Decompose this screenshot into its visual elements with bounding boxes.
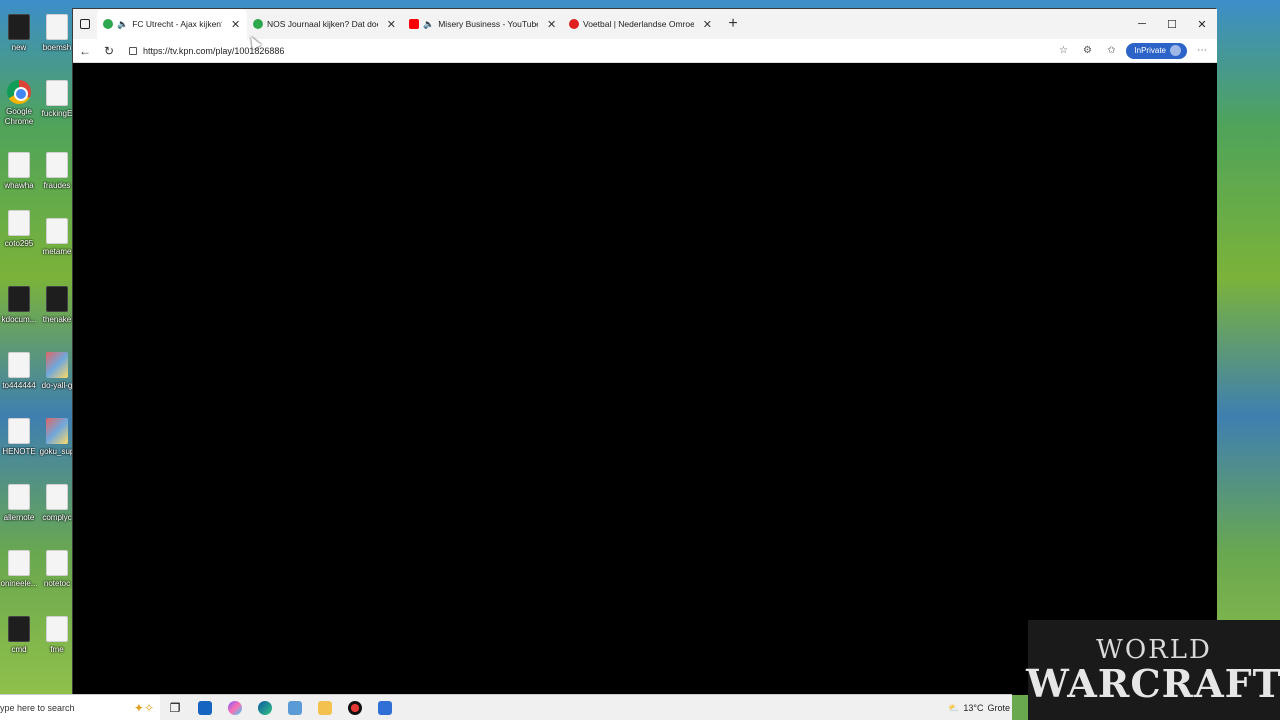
tab-youtube[interactable]: 🔈 Misery Business - YouTube ✕ [403, 9, 563, 39]
desktop-icon-cmd[interactable]: cmd [0, 616, 38, 655]
file-icon [8, 550, 30, 576]
more-menu-icon[interactable]: ⋯ [1193, 42, 1211, 60]
url-field[interactable]: https://tv.kpn.com/play/1001826886 [129, 46, 1054, 56]
address-bar: ← ↻ https://tv.kpn.com/play/1001826886 ☆… [73, 39, 1217, 63]
file-icon [8, 210, 30, 236]
refresh-button[interactable]: ↻ [97, 39, 121, 63]
inprivate-badge[interactable]: InPrivate [1126, 42, 1187, 59]
outlook-button[interactable] [190, 695, 220, 720]
file-icon [8, 14, 30, 40]
file-icon [8, 352, 30, 378]
copilot-button[interactable] [220, 695, 250, 720]
desktop-icon-chrome[interactable]: Google Chrome [0, 80, 38, 127]
file-icon [8, 418, 30, 444]
close-tab-icon[interactable]: ✕ [702, 18, 713, 31]
app-button[interactable] [340, 695, 370, 720]
image-icon [46, 352, 68, 378]
close-window-icon[interactable]: ✕ [1187, 9, 1217, 39]
app-icon [378, 700, 392, 715]
minimize-icon[interactable]: ─ [1127, 9, 1157, 39]
extensions-icon[interactable]: ⚙ [1078, 42, 1096, 60]
app-icon [348, 700, 362, 715]
desktop-icon[interactable]: allernote [0, 484, 38, 523]
nos-favicon-icon [569, 19, 579, 29]
close-tab-icon[interactable]: ✕ [546, 18, 557, 31]
profile-avatar-icon [1170, 45, 1181, 56]
desktop-icon[interactable]: new [0, 14, 38, 53]
desktop-icon[interactable]: whawha [0, 152, 38, 191]
file-icon [46, 616, 68, 642]
desktop-icon[interactable]: goku_sup [38, 418, 76, 457]
desktop-icon[interactable]: fuckingE [38, 80, 76, 119]
copilot-icon [228, 700, 242, 715]
kpn-favicon-icon [103, 19, 113, 29]
weather-cloud-icon: ⛅ [948, 702, 960, 713]
desktop-icon[interactable]: notetoc [38, 550, 76, 589]
desktop-icon[interactable]: boemsh [38, 14, 76, 53]
favorites-icon[interactable]: ✩ [1102, 42, 1120, 60]
site-info-icon[interactable] [129, 46, 137, 55]
desktop-icon[interactable]: to444444 [0, 352, 38, 391]
tab-nos-journaal[interactable]: NOS Journaal kijken? Dat doe je t ✕ [247, 9, 403, 39]
file-icon [8, 286, 30, 312]
chrome-icon [7, 80, 31, 104]
edge-icon [258, 700, 272, 715]
kpn-favicon-icon [253, 19, 263, 29]
folder-icon [318, 700, 332, 715]
file-icon [46, 80, 68, 106]
desktop-icon[interactable]: do-yall-g [38, 352, 76, 391]
desktop-icon[interactable]: coto295 [0, 210, 38, 249]
file-icon [46, 550, 68, 576]
weather-widget[interactable]: ⛅ 13°C Grote [948, 695, 1012, 720]
copilot-sparkle-icon: ✦✧ [133, 700, 154, 715]
youtube-icon [409, 19, 419, 29]
taskbar-search-input[interactable]: ype here to search ✦✧ [0, 694, 160, 720]
taskbar: ype here to search ✦✧ ❐ ⛅ 13°C Grote [0, 694, 1012, 720]
desktop-icon[interactable]: kdocum... [0, 286, 38, 325]
app-button[interactable] [370, 695, 400, 720]
file-icon [46, 286, 68, 312]
edge-button[interactable] [250, 695, 280, 720]
desktop-icon[interactable]: fme [38, 616, 76, 655]
file-icon [8, 152, 30, 178]
file-icon [8, 484, 30, 510]
desktop-icon[interactable]: metame [38, 218, 76, 257]
back-button[interactable]: ← [73, 39, 97, 63]
task-view-button[interactable]: ❐ [160, 695, 190, 720]
file-icon [46, 152, 68, 178]
tab-actions-button[interactable] [73, 9, 97, 39]
tab-actions-icon [80, 19, 90, 29]
task-view-icon: ❐ [169, 700, 181, 715]
desktop-icon-grid: new boemsh Google Chrome fuckingE whawha… [0, 0, 75, 694]
file-icon [46, 218, 68, 244]
desktop-icon[interactable]: fraudes [38, 152, 76, 191]
image-icon [46, 418, 68, 444]
close-tab-icon[interactable]: ✕ [230, 18, 241, 31]
toolbar-right: ☆ ⚙ ✩ InPrivate ⋯ [1054, 42, 1211, 60]
speaker-icon[interactable]: 🔈 [117, 19, 128, 30]
maximize-icon[interactable]: ☐ [1157, 9, 1187, 39]
tab-voetbal[interactable]: Voetbal | Nederlandse Omroep St ✕ [563, 9, 719, 39]
desktop-icon[interactable]: thenake [38, 286, 76, 325]
app-button[interactable] [280, 695, 310, 720]
tab-bar: 🔈 FC Utrecht - Ajax kijken? Da ✕ NOS Jou… [73, 9, 1217, 39]
app-icon [288, 700, 302, 715]
favorite-star-icon[interactable]: ☆ [1054, 42, 1072, 60]
desktop-icon[interactable]: complyc [38, 484, 76, 523]
tab-fc-utrecht[interactable]: 🔈 FC Utrecht - Ajax kijken? Da ✕ [97, 9, 247, 39]
file-icon [46, 484, 68, 510]
file-explorer-button[interactable] [310, 695, 340, 720]
speaker-icon[interactable]: 🔈 [423, 19, 434, 30]
browser-window: 🔈 FC Utrecht - Ajax kijken? Da ✕ NOS Jou… [72, 8, 1217, 695]
terminal-icon [8, 616, 30, 642]
file-icon [46, 14, 68, 40]
desktop-icon[interactable]: onineele... [0, 550, 38, 589]
window-controls: ─ ☐ ✕ [1127, 9, 1217, 39]
game-logo-overlay: WORLD WARCRAFT [1026, 620, 1280, 720]
video-viewport[interactable] [73, 63, 1217, 695]
new-tab-button[interactable]: + [719, 15, 747, 33]
outlook-icon [198, 700, 212, 715]
desktop-icon[interactable]: HENOTE [0, 418, 38, 457]
close-tab-icon[interactable]: ✕ [386, 18, 397, 31]
